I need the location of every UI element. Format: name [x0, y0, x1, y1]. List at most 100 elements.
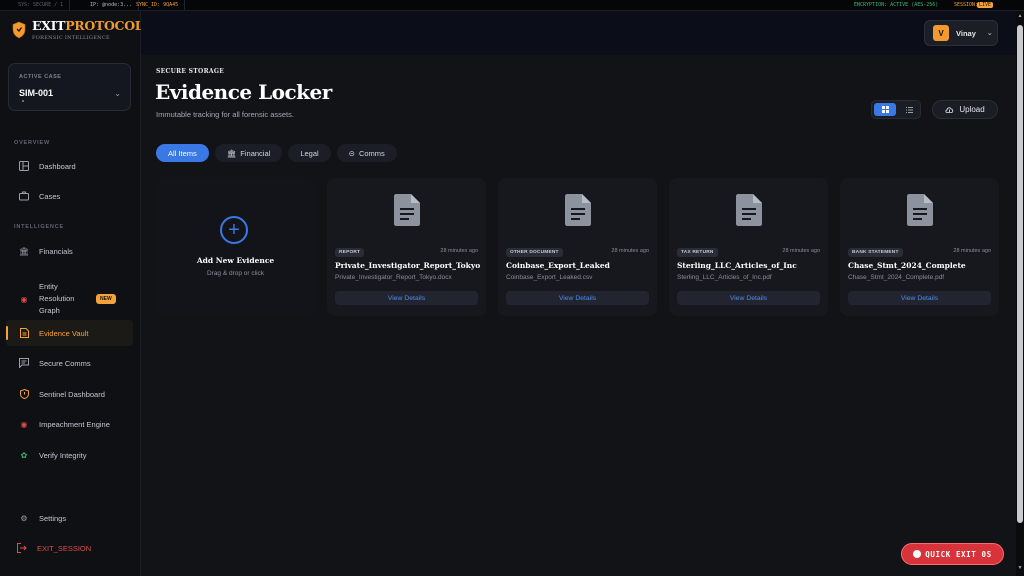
briefcase-icon — [19, 191, 29, 201]
evidence-timestamp: 28 minutes ago — [953, 248, 991, 254]
sidebar-item-secure-comms[interactable]: Secure Comms — [6, 350, 133, 376]
evidence-title: Chase_Stmt_2024_Complete — [848, 261, 966, 270]
status-bar: SYS: SECURE / 1 IP: @node:3... SYNC_ID: … — [0, 0, 1024, 11]
active-case-selector[interactable]: ACTIVE CASE SIM-001 ⌄ — [8, 63, 131, 111]
list-icon — [905, 106, 913, 113]
exit-session-button[interactable]: EXIT_SESSION — [6, 535, 133, 561]
sidebar-item-financials[interactable]: 🏛 Financials — [6, 238, 133, 264]
document-icon — [19, 328, 29, 338]
status-session-badge: LIVE — [977, 2, 994, 8]
view-details-button[interactable]: View Details — [848, 291, 991, 305]
evidence-timestamp: 28 minutes ago — [782, 248, 820, 254]
evidence-card[interactable]: REPORT 28 minutes ago Private_Investigat… — [327, 178, 486, 316]
add-evidence-title: Add New Evidence — [196, 256, 275, 265]
document-icon — [736, 194, 762, 226]
status-session-label: SESSION: — [954, 2, 979, 8]
chevron-down-icon: ⌄ — [114, 89, 121, 98]
evidence-filename: Chase_Stmt_2024_Complete.pdf — [848, 274, 945, 281]
chat-icon — [19, 358, 29, 368]
evidence-card[interactable]: BANK STATEMENT 28 minutes ago Chase_Stmt… — [840, 178, 999, 316]
section-overview: OVERVIEW — [14, 140, 50, 146]
evidence-type-badge: TAX RETURN — [677, 248, 718, 257]
filter-all-items[interactable]: All Items — [156, 144, 209, 162]
evidence-type-badge: OTHER DOCUMENT — [506, 248, 563, 257]
add-evidence-card[interactable]: + Add New Evidence Drag & drop or click — [156, 178, 315, 316]
sidebar-item-label: Cases — [39, 191, 61, 201]
scrollbar-thumb[interactable] — [1017, 25, 1023, 523]
view-details-button[interactable]: View Details — [677, 291, 820, 305]
bank-icon: 🏛 — [18, 246, 30, 256]
active-case-value: SIM-001 — [19, 88, 54, 98]
user-menu[interactable]: V Vinay ⌄ — [924, 20, 998, 46]
sidebar-item-label: Evidence Vault — [39, 328, 89, 338]
evidence-timestamp: 28 minutes ago — [440, 248, 478, 254]
quick-exit-label: QUICK EXIT 0S — [925, 549, 992, 559]
filter-legal[interactable]: Legal — [288, 144, 331, 162]
shield-icon — [19, 389, 29, 399]
logout-icon — [17, 543, 27, 553]
sidebar-item-cases[interactable]: Cases — [6, 183, 133, 209]
sidebar-item-evidence-vault[interactable]: Evidence Vault — [6, 320, 133, 346]
new-badge: NEW — [96, 294, 116, 304]
filter-comms[interactable]: ⊝ Comms — [336, 144, 397, 162]
sidebar-item-impeachment-engine[interactable]: ◉ Impeachment Engine — [6, 411, 133, 437]
evidence-type-badge: BANK STATEMENT — [848, 248, 903, 257]
top-header — [141, 11, 1024, 55]
evidence-card[interactable]: OTHER DOCUMENT 28 minutes ago Coinbase_E… — [498, 178, 657, 316]
sidebar-item-label: Secure Comms — [39, 358, 91, 368]
sidebar-item-settings[interactable]: ⚙ Settings — [6, 505, 133, 531]
upload-button[interactable]: Upload — [932, 100, 998, 119]
view-details-button[interactable]: View Details — [506, 291, 649, 305]
document-icon — [394, 194, 420, 226]
sidebar-item-label: Dashboard — [39, 161, 76, 171]
brand-subtitle: FORENSIC INTELLIGENCE — [32, 35, 110, 41]
document-icon — [565, 194, 591, 226]
evidence-title: Coinbase_Export_Leaked — [506, 261, 610, 270]
quick-exit-button[interactable]: QUICK EXIT 0S — [901, 543, 1004, 565]
brand-name: EXITPROTOCOL — [32, 18, 144, 33]
active-case-label: ACTIVE CASE — [19, 74, 62, 80]
filter-tabs: All Items 🏛 Financial Legal ⊝ Comms — [156, 144, 397, 162]
page-subtitle: Immutable tracking for all forensic asse… — [156, 110, 294, 119]
evidence-title: Sterling_LLC_Articles_of_Inc — [677, 261, 797, 270]
sidebar-item-verify-integrity[interactable]: ✿ Verify Integrity — [6, 442, 133, 468]
section-intelligence: INTELLIGENCE — [14, 224, 64, 230]
chat-icon: ⊝ — [348, 148, 355, 158]
sidebar-item-entity-resolution[interactable]: ◉ Entity Resolution Graph NEW — [6, 279, 133, 319]
add-evidence-subtitle: Drag & drop or click — [206, 270, 265, 277]
evidence-filename: Coinbase_Export_Leaked.csv — [506, 274, 593, 281]
sidebar: EXITPROTOCOL FORENSIC INTELLIGENCE ACTIV… — [0, 11, 144, 576]
page-title: Evidence Locker — [155, 80, 332, 104]
sidebar-item-sentinel-dashboard[interactable]: Sentinel Dashboard — [6, 381, 133, 407]
plus-circle-icon: + — [220, 216, 248, 244]
page-eyebrow: SECURE STORAGE — [156, 68, 225, 75]
grid-view-button[interactable] — [874, 103, 896, 116]
filter-financial[interactable]: 🏛 Financial — [214, 144, 283, 162]
grid-icon — [881, 106, 889, 113]
upload-label: Upload — [959, 105, 985, 114]
sidebar-item-label: Entity Resolution Graph — [39, 282, 75, 315]
dashboard-icon — [19, 161, 29, 171]
gear-icon: ⚙ — [20, 513, 28, 523]
evidence-filename: Private_Investigator_Report_Tokyo.docx — [335, 274, 452, 281]
scroll-up-icon[interactable]: ▲ — [1016, 13, 1024, 23]
user-name: Vinay — [956, 28, 976, 38]
list-view-button[interactable] — [898, 103, 920, 116]
target-icon: ◉ — [20, 294, 28, 304]
bank-icon: 🏛 — [226, 148, 237, 158]
evidence-card[interactable]: TAX RETURN 28 minutes ago Sterling_LLC_A… — [669, 178, 828, 316]
shield-icon — [12, 21, 26, 39]
scroll-down-icon[interactable]: ▼ — [1016, 565, 1024, 575]
sidebar-item-label: Verify Integrity — [39, 450, 87, 460]
brand-logo[interactable]: EXITPROTOCOL FORENSIC INTELLIGENCE — [12, 18, 144, 41]
view-details-button[interactable]: View Details — [335, 291, 478, 305]
sidebar-item-dashboard[interactable]: Dashboard — [6, 153, 133, 179]
target-icon: ◉ — [20, 419, 28, 429]
evidence-title: Private_Investigator_Report_Tokyo — [335, 261, 481, 270]
sidebar-item-label: Sentinel Dashboard — [39, 389, 105, 399]
sidebar-item-label: Impeachment Engine — [39, 419, 110, 429]
view-toggle — [871, 100, 921, 119]
exit-session-label: EXIT_SESSION — [37, 543, 92, 553]
evidence-type-badge: REPORT — [335, 248, 365, 257]
evidence-filename: Sterling_LLC_Articles_of_Inc.pdf — [677, 274, 772, 281]
